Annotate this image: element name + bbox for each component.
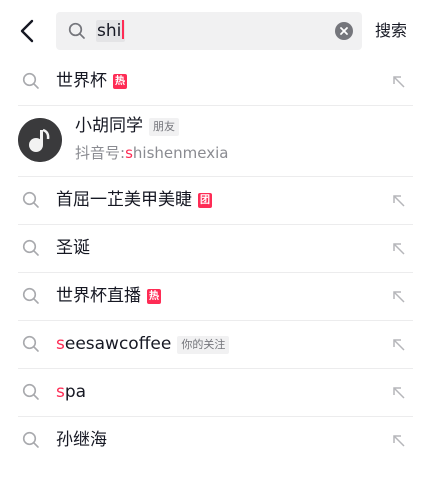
- friend-badge: 朋友: [149, 118, 179, 136]
- search-icon: [22, 191, 39, 208]
- group-buy-badge: 团: [198, 193, 212, 208]
- fill-query-arrow-icon[interactable]: [391, 74, 407, 90]
- fill-query-arrow-icon[interactable]: [391, 337, 407, 353]
- fill-query-arrow-icon[interactable]: [391, 193, 407, 209]
- following-badge: 你的关注: [177, 336, 230, 354]
- hot-badge: 热: [113, 74, 127, 89]
- suggestion-text: 世界杯直播热: [56, 286, 161, 306]
- suggestion-item[interactable]: 首屈一芷美甲美睫团: [18, 177, 413, 225]
- suggestion-item[interactable]: 世界杯直播热: [18, 273, 413, 321]
- back-arrow-icon[interactable]: [14, 16, 42, 46]
- search-icon: [22, 72, 39, 89]
- suggestion-item[interactable]: 世界杯热: [18, 58, 413, 106]
- suggestion-text: spa: [56, 382, 87, 402]
- search-icon: [68, 22, 85, 39]
- fill-query-arrow-icon[interactable]: [391, 289, 407, 305]
- suggestion-text: 圣诞: [56, 238, 90, 258]
- search-icon: [22, 335, 39, 352]
- search-button[interactable]: 搜索: [375, 19, 407, 43]
- user-douyin-id: 抖音号:shishenmexia: [75, 144, 229, 162]
- suggestion-item[interactable]: spa: [18, 369, 413, 417]
- suggestion-text: 世界杯热: [56, 71, 127, 91]
- clear-icon[interactable]: [335, 22, 353, 40]
- search-icon: [22, 383, 39, 400]
- fill-query-arrow-icon[interactable]: [391, 385, 407, 401]
- search-query-text[interactable]: shi: [96, 20, 126, 42]
- search-input[interactable]: shi: [56, 12, 362, 50]
- fill-query-arrow-icon[interactable]: [391, 433, 407, 449]
- suggestion-list: 世界杯热 小胡同学 朋友 抖音号:shishenmexia 首屈一芷美甲美睫团 圣…: [0, 58, 431, 465]
- suggestion-text: seesawcoffee 你的关注: [56, 332, 230, 356]
- search-icon: [22, 287, 39, 304]
- fill-query-arrow-icon[interactable]: [391, 241, 407, 257]
- suggestion-text: 首屈一芷美甲美睫团: [56, 190, 212, 210]
- suggestion-item[interactable]: seesawcoffee 你的关注: [18, 321, 413, 369]
- suggestion-text: 孙继海: [56, 430, 107, 450]
- hot-badge: 热: [147, 289, 161, 304]
- text-caret: [122, 20, 125, 39]
- search-icon: [22, 239, 39, 256]
- suggestion-item[interactable]: 孙继海: [18, 417, 413, 465]
- search-icon: [22, 431, 39, 448]
- avatar: [18, 118, 62, 162]
- suggestion-item[interactable]: 圣诞: [18, 225, 413, 273]
- user-suggestion[interactable]: 小胡同学 朋友 抖音号:shishenmexia: [18, 106, 413, 177]
- search-header: shi 搜索: [0, 0, 431, 62]
- user-name: 小胡同学 朋友: [75, 114, 179, 138]
